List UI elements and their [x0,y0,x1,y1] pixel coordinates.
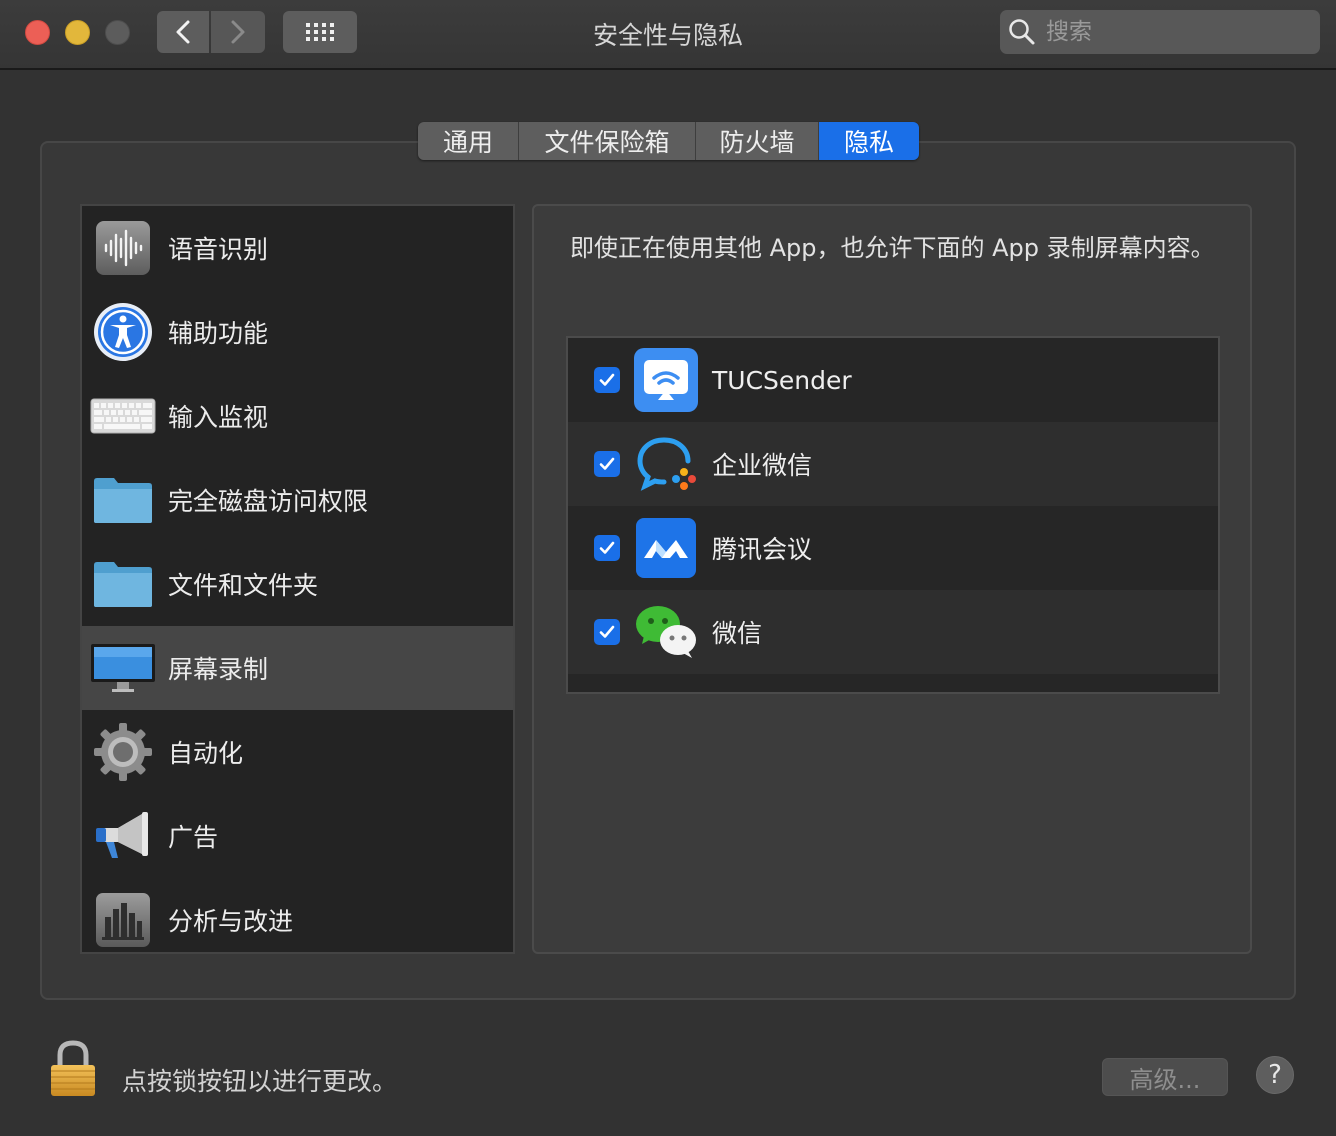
sidebar-item-label: 输入监视 [168,403,269,432]
sidebar-item-speech-recognition[interactable]: 语音识别 [82,206,513,290]
sidebar-item-full-disk-access[interactable]: 完全磁盘访问权限 [82,458,513,542]
app-checkbox[interactable] [594,535,620,561]
title-bar: 安全性与隐私 [0,0,1336,70]
app-name: TUCSender [712,365,852,395]
lock-button[interactable] [48,1040,98,1102]
app-checkbox[interactable] [594,451,620,477]
checkmark-icon [599,373,615,386]
sidebar-item-label: 辅助功能 [168,319,269,348]
analytics-chart-icon [90,887,156,953]
app-name: 企业微信 [712,451,813,480]
sidebar-item-label: 文件和文件夹 [168,571,319,600]
tab-general[interactable]: 通用 [418,122,519,160]
gear-icon [90,719,156,785]
checkmark-icon [599,457,615,470]
advanced-button[interactable]: 高级... [1102,1058,1228,1096]
app-name: 微信 [712,619,763,648]
display-icon [90,635,156,701]
sidebar-item-label: 分析与改进 [168,907,294,936]
screen-recording-pane: 即使正在使用其他 App，也允许下面的 App 录制屏幕内容。 TUCSende… [532,204,1252,954]
privacy-category-list[interactable]: 语音识别 辅助功能 输入监视 完全磁盘访问权限 文件和文件夹 屏幕录制 自动化 … [80,204,515,954]
list-item-wecom[interactable]: 企业微信 [568,422,1218,506]
tucsender-icon [634,348,698,412]
app-checkbox[interactable] [594,367,620,393]
list-item-tencent-meeting[interactable]: 腾讯会议 [568,506,1218,590]
help-button[interactable]: ? [1256,1056,1294,1094]
sidebar-item-label: 屏幕录制 [168,655,269,684]
sidebar-item-analytics[interactable]: 分析与改进 [82,878,513,962]
sidebar-item-accessibility[interactable]: 辅助功能 [82,290,513,374]
app-list[interactable]: TUCSender 企业微信 腾讯会议 微信 [566,336,1220,694]
app-name: 腾讯会议 [712,535,813,564]
sidebar-item-input-monitoring[interactable]: 输入监视 [82,374,513,458]
megaphone-icon [90,803,156,869]
accessibility-icon [90,299,156,365]
keyboard-icon [90,383,156,449]
lock-icon [51,1040,95,1096]
wechat-icon [634,600,698,664]
sidebar-item-label: 广告 [168,823,219,852]
tab-bar: 通用 文件保险箱 防火墙 隐私 [418,122,919,160]
sidebar-item-automation[interactable]: 自动化 [82,710,513,794]
sidebar-item-screen-recording[interactable]: 屏幕录制 [82,626,513,710]
list-item-tucsender[interactable]: TUCSender [568,338,1218,422]
app-checkbox[interactable] [594,619,620,645]
screen-recording-description: 即使正在使用其他 App，也允许下面的 App 录制屏幕内容。 [570,234,1215,262]
search-icon [1009,19,1035,45]
sidebar-item-label: 自动化 [168,739,244,768]
lock-hint-text: 点按锁按钮以进行更改。 [122,1067,398,1096]
checkmark-icon [599,541,615,554]
speech-recognition-icon [90,215,156,281]
search-input[interactable] [1046,19,1306,45]
wecom-icon [634,432,698,496]
tab-firewall[interactable]: 防火墙 [696,122,819,160]
list-item-wechat[interactable]: 微信 [568,590,1218,674]
folder-icon [90,551,156,617]
tab-privacy[interactable]: 隐私 [819,122,919,160]
search-field[interactable] [1000,10,1320,54]
folder-icon [90,467,156,533]
checkmark-icon [599,625,615,638]
tencent-meeting-icon [634,516,698,580]
sidebar-item-files-and-folders[interactable]: 文件和文件夹 [82,542,513,626]
sidebar-item-label: 完全磁盘访问权限 [168,487,369,516]
sidebar-item-label: 语音识别 [168,235,269,264]
sidebar-item-advertising[interactable]: 广告 [82,794,513,878]
tab-filevault[interactable]: 文件保险箱 [519,122,696,160]
